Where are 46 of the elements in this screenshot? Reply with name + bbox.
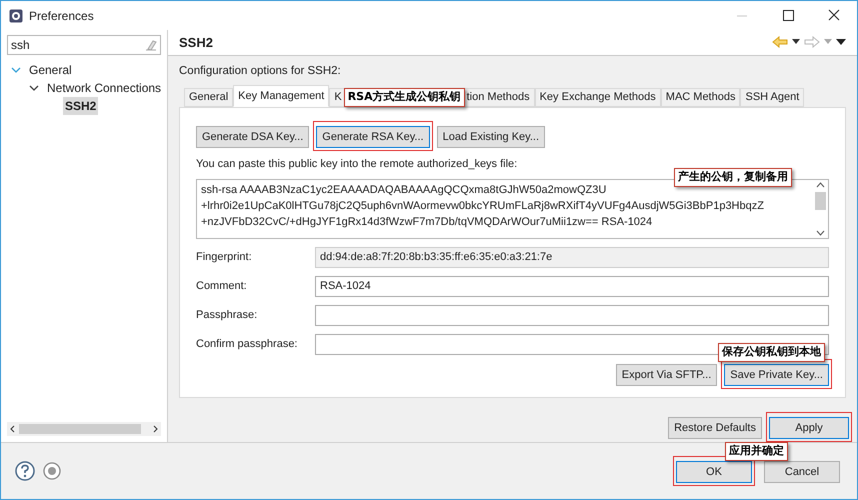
tab-label: K [334,90,342,105]
field-label: Confirm passphrase: [196,336,298,352]
field-label: Passphrase: [196,308,258,323]
push-button[interactable]: Load Existing Key... [436,126,545,148]
tab[interactable]: General [184,88,234,107]
record-icon[interactable] [43,462,61,480]
tab-label: tion Methods [466,90,530,105]
key-text-line: +nzJVFbD32CvC/+dHgJYF1gRx14d3fWzwF7m7Db/tqVMQDArWOur7uMii1zw== RSA-1024 [201,214,654,230]
chevron-icon[interactable] [29,83,39,93]
description-text: Configuration options for SSH2: [179,64,342,79]
annotation-tooltip: 保存公钥私钥到本地 [718,343,825,362]
vertical-scrollbar[interactable] [813,180,828,238]
push-button[interactable]: Save Private Key... [724,364,829,386]
push-button[interactable]: Export Via SFTP... [616,364,718,386]
field-label: Fingerprint: [196,250,253,265]
tree-item[interactable]: SSH2 [63,97,98,115]
window-title: Preferences [29,8,94,24]
text-field[interactable] [315,304,829,326]
text-field[interactable]: RSA-1024 [315,276,829,296]
push-button[interactable]: Generate DSA Key... [196,126,310,148]
tab[interactable]: MAC Methods [660,88,740,107]
instruction-text: You can paste this public key into the remote authorized_keys file: [196,157,518,172]
annotation-tooltip: 应用并确定 [725,442,788,460]
filter-field[interactable]: ssh [7,35,161,55]
annotation-tooltip: 产生的公钥，复制备用 [674,168,792,186]
horizontal-scrollbar[interactable] [7,422,161,436]
tab[interactable]: Key Exchange Methods [534,88,661,107]
tab[interactable]: Key Management [233,84,330,107]
menu-dropdown-icon[interactable] [836,39,846,46]
push-button[interactable]: Apply [769,417,849,439]
tree-item[interactable]: General [27,61,74,79]
key-text-line: +lrhr0i2e1UpCaK0lHTGu78jC2Q5uph6vnWAormevw0bkcYRUmFLaRj8wRXifT4yVUFg4AusdjW5Gi3BbP1p3HbqzZ [201,198,765,214]
field-label: Comment: [196,278,248,294]
tree-item[interactable]: Network Connections [45,79,164,97]
push-button[interactable]: Cancel [764,461,840,484]
tab[interactable]: SSH Agent [740,88,804,107]
push-button[interactable]: Generate RSA Key... [316,126,430,148]
app-icon [9,8,23,22]
dropdown-icon[interactable] [792,39,800,46]
push-button[interactable]: OK [676,461,752,484]
key-text-line: ssh-rsa AAAAB3NzaC1yc2EAAAADAQABAAAAgQCQxma8tGJhW50a2mowQZ3U [201,182,608,198]
help-icon[interactable] [15,461,35,481]
push-button[interactable]: Restore Defaults [668,417,762,439]
page-title: SSH2 [179,34,213,52]
annotation-tooltip: RSA方式生成公钥私钥 [344,88,465,106]
tab[interactable]: K RSA方式生成公钥私钥 tion Methods [329,88,535,107]
